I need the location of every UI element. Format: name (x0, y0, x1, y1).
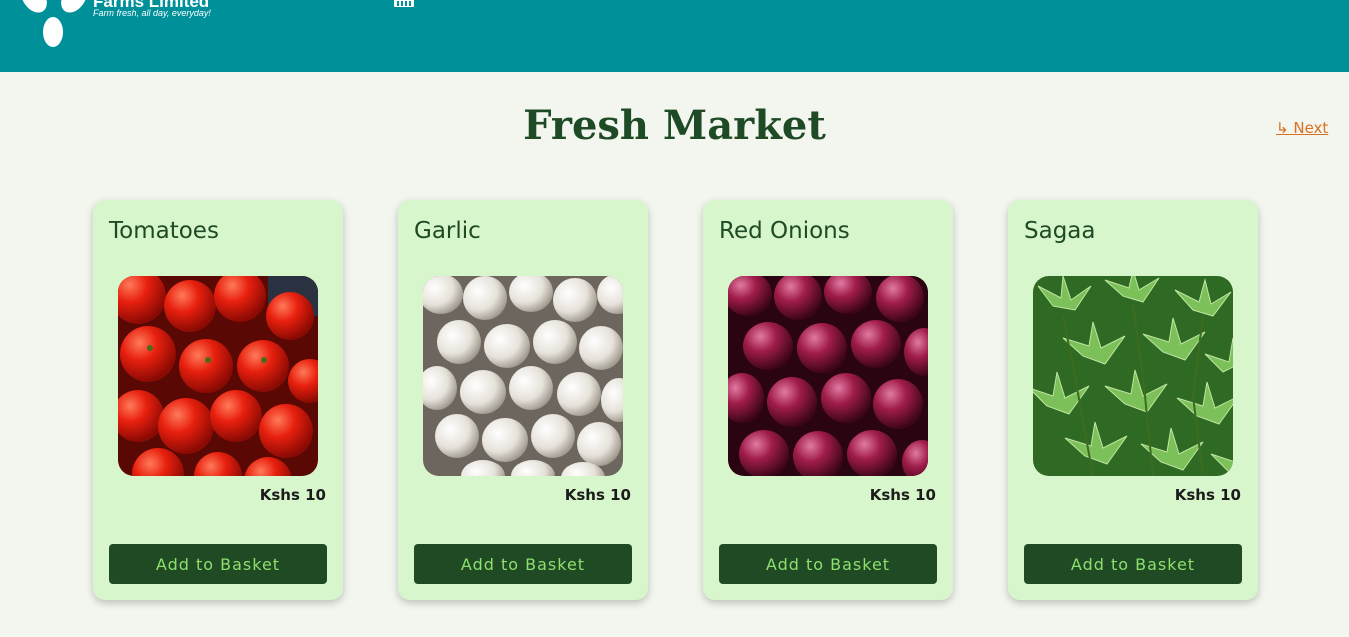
tomatoes-photo (118, 276, 318, 476)
product-price: Kshs 10 (259, 486, 326, 504)
leaf-logo-icon[interactable] (21, 0, 102, 48)
garlic-photo (423, 276, 623, 476)
basket-icon[interactable] (393, 0, 415, 8)
product-name: Red Onions (719, 218, 850, 244)
product-name: Sagaa (1024, 218, 1096, 244)
sagaa-greens-photo (1033, 276, 1233, 476)
page-title: Fresh Market (523, 102, 826, 149)
product-price: Kshs 10 (1174, 486, 1241, 504)
add-to-basket-button[interactable]: Add to Basket (719, 544, 937, 584)
product-card-sagaa: Sagaa Kshs 10 Add to Basket (1008, 200, 1258, 600)
next-link-label: Next (1293, 119, 1329, 137)
product-price: Kshs 10 (869, 486, 936, 504)
product-price: Kshs 10 (564, 486, 631, 504)
return-arrow-icon: ↳ (1276, 119, 1289, 137)
product-card-tomatoes: Tomatoes Kshs 10 Add to Basket (93, 200, 343, 600)
brand-tagline: Farm fresh, all day, everyday! (93, 8, 211, 18)
add-to-basket-button[interactable]: Add to Basket (414, 544, 632, 584)
add-to-basket-button[interactable]: Add to Basket (1024, 544, 1242, 584)
red-onions-photo (728, 276, 928, 476)
next-link[interactable]: ↳ Next (1276, 119, 1328, 137)
site-header: Farms Limited Farm fresh, all day, every… (0, 0, 1349, 72)
product-card-garlic: Garlic Kshs 10 Add to Basket (398, 200, 648, 600)
add-to-basket-button[interactable]: Add to Basket (109, 544, 327, 584)
product-name: Tomatoes (109, 218, 219, 244)
product-card-red-onions: Red Onions Kshs 10 Add to Basket (703, 200, 953, 600)
product-name: Garlic (414, 218, 481, 244)
